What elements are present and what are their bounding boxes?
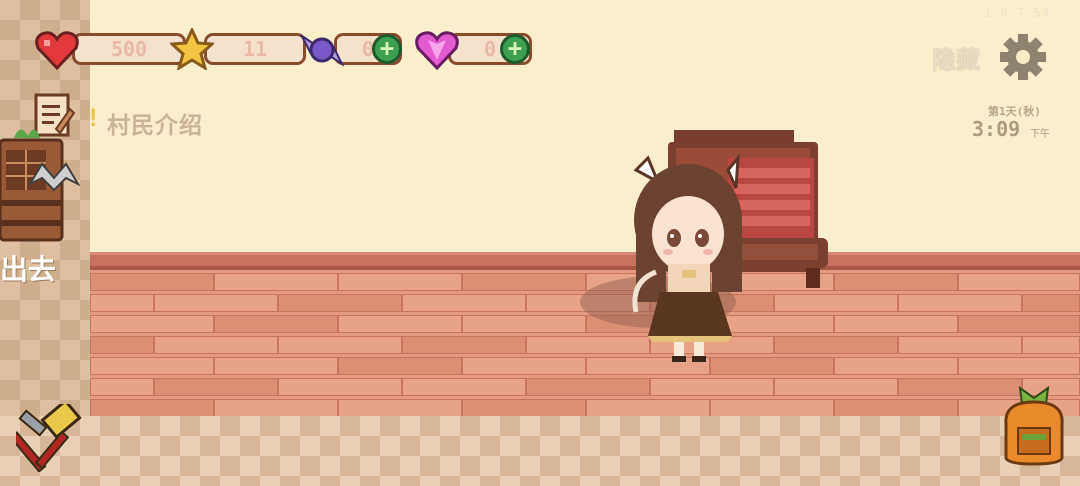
floor-plank	[278, 336, 402, 354]
gear-icon[interactable]	[1000, 34, 1046, 80]
floor-plank	[462, 273, 586, 291]
floor-plank	[214, 399, 338, 417]
hammer-icon[interactable]	[16, 404, 90, 472]
floor-plank	[90, 336, 154, 354]
floor-plank	[650, 378, 774, 396]
floor-plank	[90, 315, 214, 333]
floor-plank	[278, 294, 402, 312]
floor-plank	[958, 315, 1080, 333]
floor-plank	[462, 315, 586, 333]
stars-value: 11	[204, 33, 306, 65]
floor-plank	[586, 399, 710, 417]
floor-plank	[278, 378, 402, 396]
heart-icon	[35, 31, 79, 70]
floor-plank	[402, 378, 526, 396]
floor-plank	[402, 336, 526, 354]
quest-title[interactable]: 村民介绍	[107, 106, 203, 140]
floor-plank	[462, 399, 586, 417]
floor-plank	[90, 378, 154, 396]
floor-plank	[90, 294, 154, 312]
floor-plank	[338, 357, 462, 375]
floor-plank	[214, 357, 338, 375]
floor-plank	[90, 357, 214, 375]
candy-counter: 0 +	[300, 30, 404, 68]
floor-plank	[462, 357, 586, 375]
floor-plank	[154, 378, 278, 396]
floor-plank	[834, 357, 958, 375]
floor-plank	[898, 336, 1022, 354]
cat-girl-character[interactable]	[578, 152, 748, 364]
floor-plank	[774, 294, 898, 312]
floor-plank	[1022, 294, 1080, 312]
stars-counter: 11	[170, 28, 306, 70]
backpack-icon[interactable]	[1000, 384, 1068, 466]
bottom-tile-strip	[0, 416, 1080, 486]
candy-icon	[300, 33, 344, 67]
candy-add-button[interactable]: +	[372, 34, 402, 64]
hearts-counter: 500	[34, 30, 186, 70]
floor-plank	[402, 294, 526, 312]
gems-counter: 0 +	[414, 30, 532, 70]
floor-plank	[834, 273, 958, 291]
floor-plank	[338, 273, 462, 291]
clock-time: 3:09	[972, 117, 1021, 141]
floor-plank	[710, 399, 834, 417]
floor-plank	[774, 336, 898, 354]
version-label: 1.0.7.54	[984, 6, 1050, 20]
bat-icon	[28, 162, 80, 192]
hide-button[interactable]: 隐藏	[932, 40, 980, 75]
exit-label[interactable]: 出去	[0, 248, 56, 288]
floor-plank	[958, 357, 1080, 375]
floor-plank	[154, 294, 278, 312]
hearts-value: 500	[72, 33, 186, 65]
gems-add-button[interactable]: +	[500, 34, 530, 64]
floor-plank	[90, 399, 214, 417]
floor-plank	[526, 378, 650, 396]
floor-plank	[214, 315, 338, 333]
floor-plank	[898, 294, 1022, 312]
game-scene[interactable]: 500 11 0 + 0 + 1.0.7.54 隐藏 第1天(秋) 3:09 下…	[0, 0, 1080, 486]
floor-plank	[90, 273, 214, 291]
quest-alert-mark: !	[86, 104, 101, 132]
floor-plank	[338, 399, 462, 417]
star-icon	[170, 28, 214, 70]
floor-plank	[834, 399, 958, 417]
floor-plank	[154, 336, 278, 354]
clock-ampm: 下午	[1030, 129, 1050, 140]
floor-plank	[958, 273, 1080, 291]
floor-plank	[834, 315, 958, 333]
floor-plank	[338, 315, 462, 333]
floor-plank	[1022, 336, 1080, 354]
gem-icon	[415, 31, 459, 70]
floor-plank	[774, 378, 898, 396]
floor-plank	[214, 273, 338, 291]
